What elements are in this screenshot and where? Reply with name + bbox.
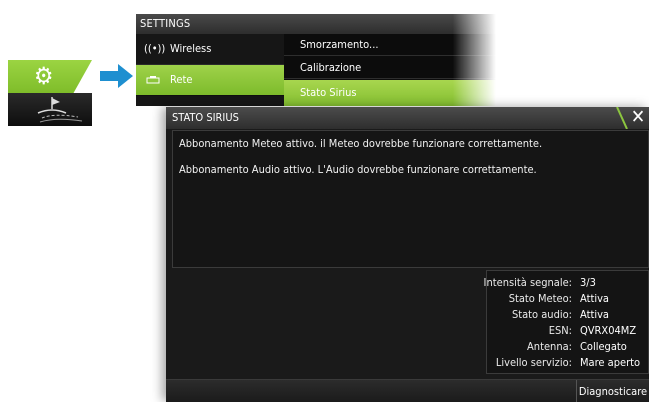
settings-item-ais[interactable]: ▤ <box>136 96 284 106</box>
settings-item-wireless[interactable]: ((•)) Wireless <box>136 34 284 65</box>
boat-icon <box>37 97 83 123</box>
ais-icon: ▤ <box>144 96 162 106</box>
sirius-status-dialog: STATO SIRIUS ✕ Abbonamento Meteo attivo.… <box>166 107 649 402</box>
status-value: QVRX04MZ <box>580 324 637 337</box>
settings-item-rete[interactable]: Rete <box>136 65 284 95</box>
service-level-row: Livello servizio: Mare aperto <box>487 355 648 371</box>
weather-subscription-message: Abbonamento Meteo attivo. il Meteo dovre… <box>179 137 543 150</box>
settings-item-label: Rete <box>170 73 193 86</box>
status-label: Antenna: <box>527 340 572 353</box>
message-panel: Abbonamento Meteo attivo. il Meteo dovre… <box>172 130 649 268</box>
submenu-item-calibration[interactable]: Calibrazione <box>284 57 496 79</box>
diagnose-button[interactable]: Diagnosticare <box>576 380 649 402</box>
audio-subscription-message: Abbonamento Audio attivo. L'Audio dovreb… <box>179 163 537 176</box>
status-label: Intensità segnale: <box>483 276 572 289</box>
network-icon <box>144 65 162 95</box>
settings-title: SETTINGS <box>136 14 496 34</box>
antenna-row: Antenna: Collegato <box>487 339 648 355</box>
close-icon[interactable]: ✕ <box>627 107 649 129</box>
submenu-item-sirius-status[interactable]: Stato Sirius <box>284 80 496 106</box>
status-value: Attiva <box>580 292 609 305</box>
status-value: Collegato <box>580 340 627 353</box>
settings-tile-top[interactable]: ⚙ <box>8 60 92 93</box>
network-submenu: Smorzamento... Calibrazione Stato Sirius <box>284 34 496 106</box>
status-info-panel: Intensità segnale: 3/3 Stato Meteo: Atti… <box>483 270 649 374</box>
status-value: Mare aperto <box>580 356 641 369</box>
settings-list: ((•)) Wireless Rete ▤ <box>136 34 284 106</box>
status-value: 3/3 <box>580 276 596 289</box>
settings-item-label: Wireless <box>170 42 212 55</box>
status-label: ESN: <box>548 324 572 337</box>
submenu-item-damping[interactable]: Smorzamento... <box>284 34 496 56</box>
home-settings-tile[interactable]: ⚙ <box>8 60 92 126</box>
dialog-footer: Diagnosticare <box>166 379 649 402</box>
settings-menu: SETTINGS ((•)) Wireless Rete ▤ Smorzamen… <box>136 14 496 106</box>
status-label: Stato audio: <box>511 308 572 321</box>
weather-status-row: Stato Meteo: Attiva <box>487 291 648 307</box>
status-value: Attiva <box>580 308 609 321</box>
dialog-title: STATO SIRIUS <box>166 107 649 129</box>
audio-status-row: Stato audio: Attiva <box>487 307 648 323</box>
status-label: Stato Meteo: <box>508 292 572 305</box>
esn-row: ESN: QVRX04MZ <box>487 323 648 339</box>
vessel-tile[interactable] <box>8 93 92 126</box>
wireless-icon: ((•)) <box>144 42 166 55</box>
signal-strength-row: Intensità segnale: 3/3 <box>483 275 648 291</box>
arrow-right-icon <box>100 64 133 88</box>
status-label: Livello servizio: <box>495 356 572 369</box>
gear-icon: ⚙ <box>34 62 54 90</box>
